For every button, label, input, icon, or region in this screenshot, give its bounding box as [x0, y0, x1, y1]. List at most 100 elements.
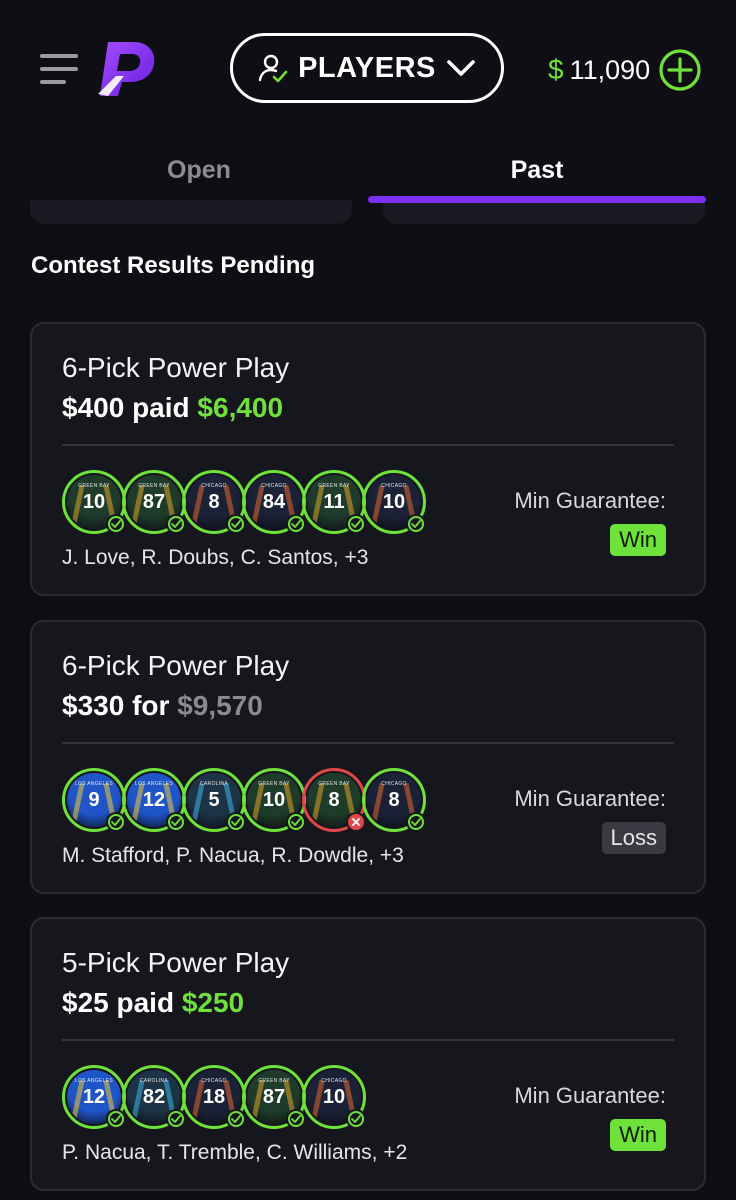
player-avatar[interactable]: CHICAGO 18	[182, 1065, 246, 1129]
scrolled-card-edge	[30, 200, 352, 224]
jersey-number: 12	[142, 788, 166, 811]
check-icon	[406, 514, 426, 534]
check-icon	[166, 812, 186, 832]
min-guarantee: Min Guarantee: Win	[514, 488, 666, 556]
player-avatar[interactable]: LOS ANGELES 9	[62, 768, 126, 832]
player-avatar[interactable]: GREEN BAY 8	[302, 768, 366, 832]
hamburger-menu-icon[interactable]	[40, 52, 80, 86]
player-avatar[interactable]: CHICAGO 8	[182, 470, 246, 534]
contest-amount: $25 paid $250	[62, 987, 244, 1019]
player-avatar[interactable]: GREEN BAY 87	[242, 1065, 306, 1129]
jersey-team-text: GREEN BAY	[318, 483, 350, 489]
player-avatar[interactable]: LOS ANGELES 12	[122, 768, 186, 832]
player-names: M. Stafford, P. Nacua, R. Dowdle, +3	[62, 844, 404, 867]
check-icon	[406, 812, 426, 832]
contest-type: 6-Pick Power Play	[62, 352, 290, 383]
player-avatar[interactable]: CHICAGO 84	[242, 470, 306, 534]
jersey-number: 87	[142, 490, 166, 513]
chevron-down-icon	[447, 60, 475, 76]
min-guarantee: Min Guarantee: Loss	[514, 786, 666, 854]
jersey-team-text: LOS ANGELES	[134, 781, 174, 787]
jersey-number: 5	[208, 788, 220, 811]
amount-connector: paid	[132, 392, 190, 423]
x-icon	[346, 812, 366, 832]
min-guarantee: Min Guarantee: Win	[514, 1083, 666, 1151]
jersey-number: 18	[202, 1085, 226, 1108]
min-guarantee-label: Min Guarantee:	[514, 1083, 666, 1108]
players-label: PLAYERS	[298, 51, 436, 84]
player-avatar[interactable]: LOS ANGELES 12	[62, 1065, 126, 1129]
contest-card[interactable]: 6-Pick Power Play $330 for $9,570 LOS ANGE…	[30, 620, 706, 894]
tab-open[interactable]: Open	[30, 140, 368, 200]
result-badge: Win	[610, 1119, 666, 1151]
jersey-number: 8	[208, 490, 220, 513]
check-icon	[286, 812, 306, 832]
wallet-balance[interactable]: $ 11,090	[548, 50, 650, 90]
player-avatar[interactable]: GREEN BAY 10	[242, 768, 306, 832]
result-badge: Win	[610, 524, 666, 556]
players-dropdown-button[interactable]: PLAYERS	[230, 33, 504, 103]
min-guarantee-label: Min Guarantee:	[514, 488, 666, 513]
divider	[62, 742, 674, 744]
player-names: P. Nacua, T. Tremble, C. Williams, +2	[62, 1141, 408, 1164]
result-badge: Loss	[601, 822, 666, 854]
contest-card[interactable]: 5-Pick Power Play $25 paid $250 LOS ANGELE…	[30, 917, 706, 1191]
jersey-team-text: CHICAGO	[201, 483, 227, 489]
contest-amount: $400 paid $6,400	[62, 392, 283, 424]
jersey-team-text: GREEN BAY	[138, 483, 170, 489]
payout-amount: $250	[181, 987, 245, 1018]
jersey-team-text: GREEN BAY	[78, 483, 110, 489]
player-avatar[interactable]: CHICAGO 10	[362, 470, 426, 534]
player-avatar[interactable]: GREEN BAY 10	[62, 470, 126, 534]
jersey-team-text: GREEN BAY	[258, 781, 290, 787]
jersey-team-text: CHICAGO	[261, 483, 287, 489]
jersey-team-text: CAROLINA	[140, 1078, 168, 1084]
divider	[62, 1039, 674, 1041]
tab-past[interactable]: Past	[368, 140, 706, 200]
check-icon	[226, 514, 246, 534]
player-avatar[interactable]: CHICAGO 8	[362, 768, 426, 832]
jersey-number: 84	[262, 490, 286, 513]
section-title: Contest Results Pending	[31, 252, 316, 279]
player-names: J. Love, R. Doubs, C. Santos, +3	[62, 546, 369, 569]
jersey-team-text: CHICAGO	[321, 1078, 347, 1084]
amount-connector: for	[132, 690, 170, 721]
app-logo-icon[interactable]	[94, 36, 160, 102]
jersey-team-text: LOS ANGELES	[74, 1078, 114, 1084]
jersey-team-text: GREEN BAY	[318, 781, 350, 787]
player-avatar[interactable]: GREEN BAY 87	[122, 470, 186, 534]
currency-symbol: $	[548, 54, 564, 85]
check-icon	[226, 1109, 246, 1129]
player-avatar[interactable]: CHICAGO 10	[302, 1065, 366, 1129]
check-icon	[346, 1109, 366, 1129]
stake-amount: $330	[62, 690, 125, 721]
player-avatar[interactable]: CAROLINA 5	[182, 768, 246, 832]
jersey-number: 11	[323, 490, 345, 513]
check-icon	[106, 1109, 126, 1129]
jersey-number: 8	[328, 788, 340, 811]
payout-amount: $6,400	[197, 392, 284, 423]
check-icon	[226, 812, 246, 832]
jersey-number: 10	[322, 1085, 346, 1108]
jersey-number: 8	[388, 788, 400, 811]
divider	[62, 444, 674, 446]
amount-connector: paid	[116, 987, 175, 1018]
payout-amount: $9,570	[177, 690, 263, 721]
player-avatar[interactable]: GREEN BAY 11	[302, 470, 366, 534]
contest-amount: $330 for $9,570	[62, 690, 263, 722]
contest-type: 5-Pick Power Play	[62, 947, 290, 978]
player-avatar[interactable]: CAROLINA 82	[122, 1065, 186, 1129]
jersey-number: 9	[88, 788, 100, 811]
stake-amount: $400	[62, 392, 125, 423]
jersey-number: 10	[262, 788, 286, 811]
plus-circle-icon[interactable]	[658, 48, 702, 92]
jersey-number: 12	[82, 1085, 106, 1108]
jersey-number: 87	[262, 1085, 286, 1108]
check-icon	[286, 514, 306, 534]
contest-card[interactable]: 6-Pick Power Play $400 paid $6,400 GREEN B…	[30, 322, 706, 596]
check-icon	[106, 812, 126, 832]
contest-type: 6-Pick Power Play	[62, 650, 290, 681]
check-icon	[286, 1109, 306, 1129]
active-tab-indicator	[368, 196, 706, 203]
user-check-icon	[258, 54, 288, 83]
